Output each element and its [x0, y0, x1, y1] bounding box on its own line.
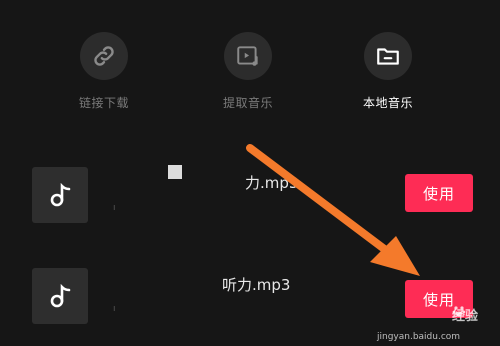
folder-icon	[377, 48, 399, 65]
tab-extract-music-label: 提取音乐	[222, 96, 273, 110]
song-row-2: ı 听力.mp3 使用	[0, 268, 500, 328]
music-note-icon	[50, 284, 71, 308]
song-row-1: ı 力.mp3 使用	[0, 167, 500, 227]
song-thumbnail	[32, 268, 88, 324]
song-subtitle: ı	[113, 304, 116, 314]
watermark-url: jingyan.baidu.com	[377, 332, 461, 342]
song-name: 听力.mp3	[222, 276, 291, 294]
tab-local-music[interactable]: 本地音乐	[343, 32, 433, 111]
tab-local-music-label: 本地音乐	[362, 96, 413, 110]
use-button[interactable]: 使用	[405, 174, 473, 212]
song-subtitle: ı	[113, 203, 116, 213]
music-note-icon	[50, 183, 71, 207]
folder-icon-circle	[364, 32, 412, 80]
song-thumbnail	[32, 167, 88, 223]
link-icon-circle	[80, 32, 128, 80]
local-music-screen: 链接下载 提取音乐 本地音乐 ı 力.mp3 使用 ı 听力.mp3 使用 经验…	[0, 0, 500, 346]
tab-link-download[interactable]: 链接下载	[59, 32, 149, 111]
video-music-icon-circle	[224, 32, 272, 80]
link-icon	[94, 46, 114, 66]
song-name: 力.mp3	[245, 174, 299, 192]
tab-link-download-label: 链接下载	[78, 96, 129, 110]
tab-extract-music[interactable]: 提取音乐	[203, 32, 293, 111]
redaction-block	[168, 165, 182, 179]
watermark-brand: 经验	[451, 309, 478, 324]
video-music-icon	[237, 46, 258, 66]
